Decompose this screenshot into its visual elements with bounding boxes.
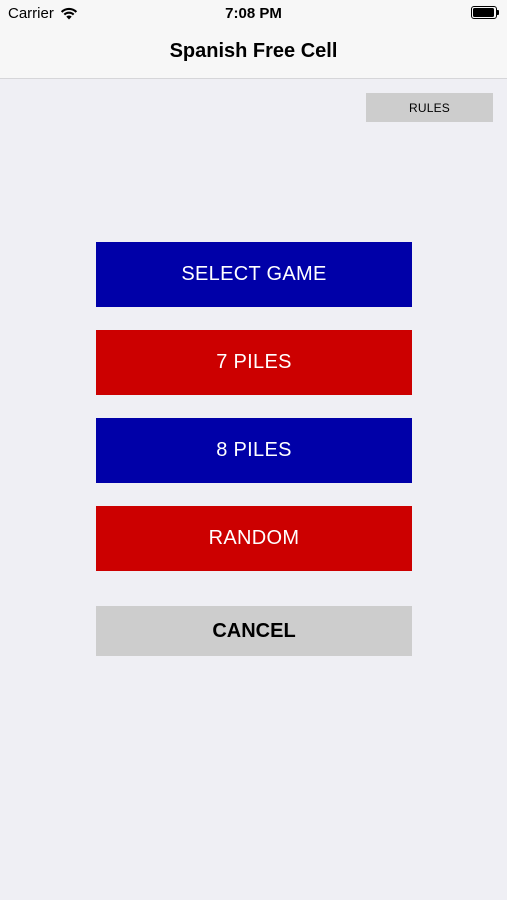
random-button[interactable]: RANDOM (96, 506, 412, 571)
seven-piles-button[interactable]: 7 PILES (96, 330, 412, 395)
navigation-bar: Spanish Free Cell (0, 28, 507, 79)
rules-button[interactable]: RULES (366, 93, 493, 122)
select-game-button[interactable]: SELECT GAME (96, 242, 412, 307)
eight-piles-button[interactable]: 8 PILES (96, 418, 412, 483)
battery-icon (471, 6, 499, 19)
cancel-button[interactable]: CANCEL (96, 606, 412, 656)
page-title: Spanish Free Cell (169, 40, 338, 62)
status-bar: Carrier 7:08 PM (0, 0, 507, 28)
status-time: 7:08 PM (225, 5, 282, 22)
